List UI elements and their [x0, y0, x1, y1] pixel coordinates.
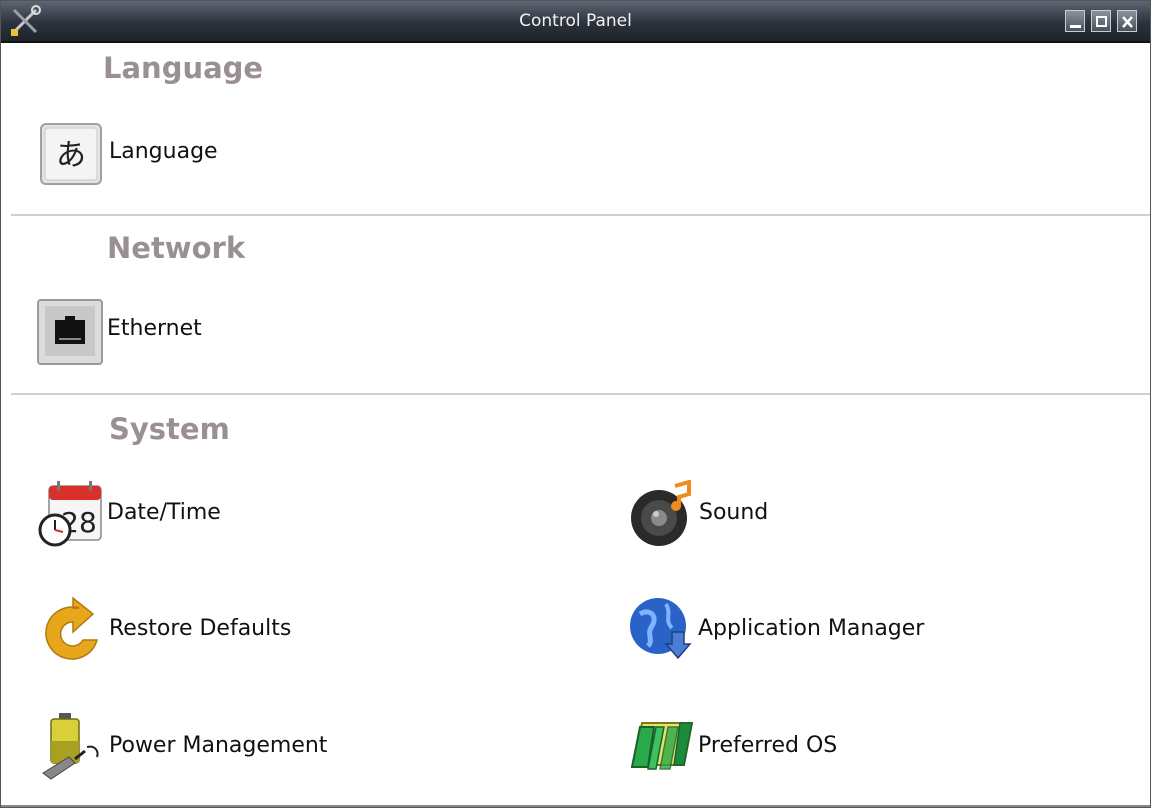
control-panel-window: Control Panel Language あ Language Networ…	[0, 0, 1151, 808]
item-restore-defaults[interactable]: Restore Defaults	[39, 596, 359, 662]
maximize-button[interactable]	[1091, 10, 1111, 32]
title-bar[interactable]: Control Panel	[1, 1, 1150, 43]
window-bottom-border	[1, 805, 1150, 807]
item-ethernet[interactable]: Ethernet	[37, 298, 297, 365]
item-preferred-os[interactable]: Preferred OS	[628, 711, 888, 777]
minimize-icon	[1070, 25, 1081, 28]
item-label: Application Manager	[698, 616, 925, 641]
item-power-management[interactable]: Power Management	[39, 711, 369, 780]
item-date-time[interactable]: 28 Date/Time	[37, 480, 337, 547]
window-title: Control Panel	[519, 11, 632, 31]
section-divider	[11, 393, 1150, 395]
section-title-network: Network	[107, 231, 246, 265]
item-label: Preferred OS	[698, 733, 838, 758]
ethernet-icon	[37, 298, 103, 365]
item-sound[interactable]: Sound	[629, 479, 889, 546]
preferred-os-icon	[628, 711, 694, 777]
section-title-system: System	[109, 412, 230, 446]
restore-arrow-icon	[39, 596, 105, 662]
item-label: Date/Time	[107, 500, 221, 525]
item-application-manager[interactable]: Application Manager	[628, 596, 958, 662]
calendar-clock-icon: 28	[37, 480, 103, 547]
maximize-icon	[1096, 16, 1107, 27]
item-language[interactable]: あ Language	[39, 121, 299, 187]
speaker-icon	[629, 479, 695, 546]
item-label: Sound	[699, 500, 769, 525]
item-label: Language	[109, 139, 218, 164]
close-button[interactable]	[1117, 10, 1137, 32]
item-label: Power Management	[109, 733, 328, 758]
item-label: Ethernet	[107, 316, 202, 341]
minimize-button[interactable]	[1065, 10, 1085, 32]
battery-plug-icon	[39, 711, 105, 780]
language-icon: あ	[39, 121, 105, 187]
close-icon	[1122, 16, 1133, 28]
section-divider	[11, 214, 1150, 216]
svg-text:あ: あ	[56, 138, 86, 173]
item-label: Restore Defaults	[109, 616, 292, 641]
globe-download-icon	[628, 596, 694, 662]
section-title-language: Language	[103, 51, 264, 85]
